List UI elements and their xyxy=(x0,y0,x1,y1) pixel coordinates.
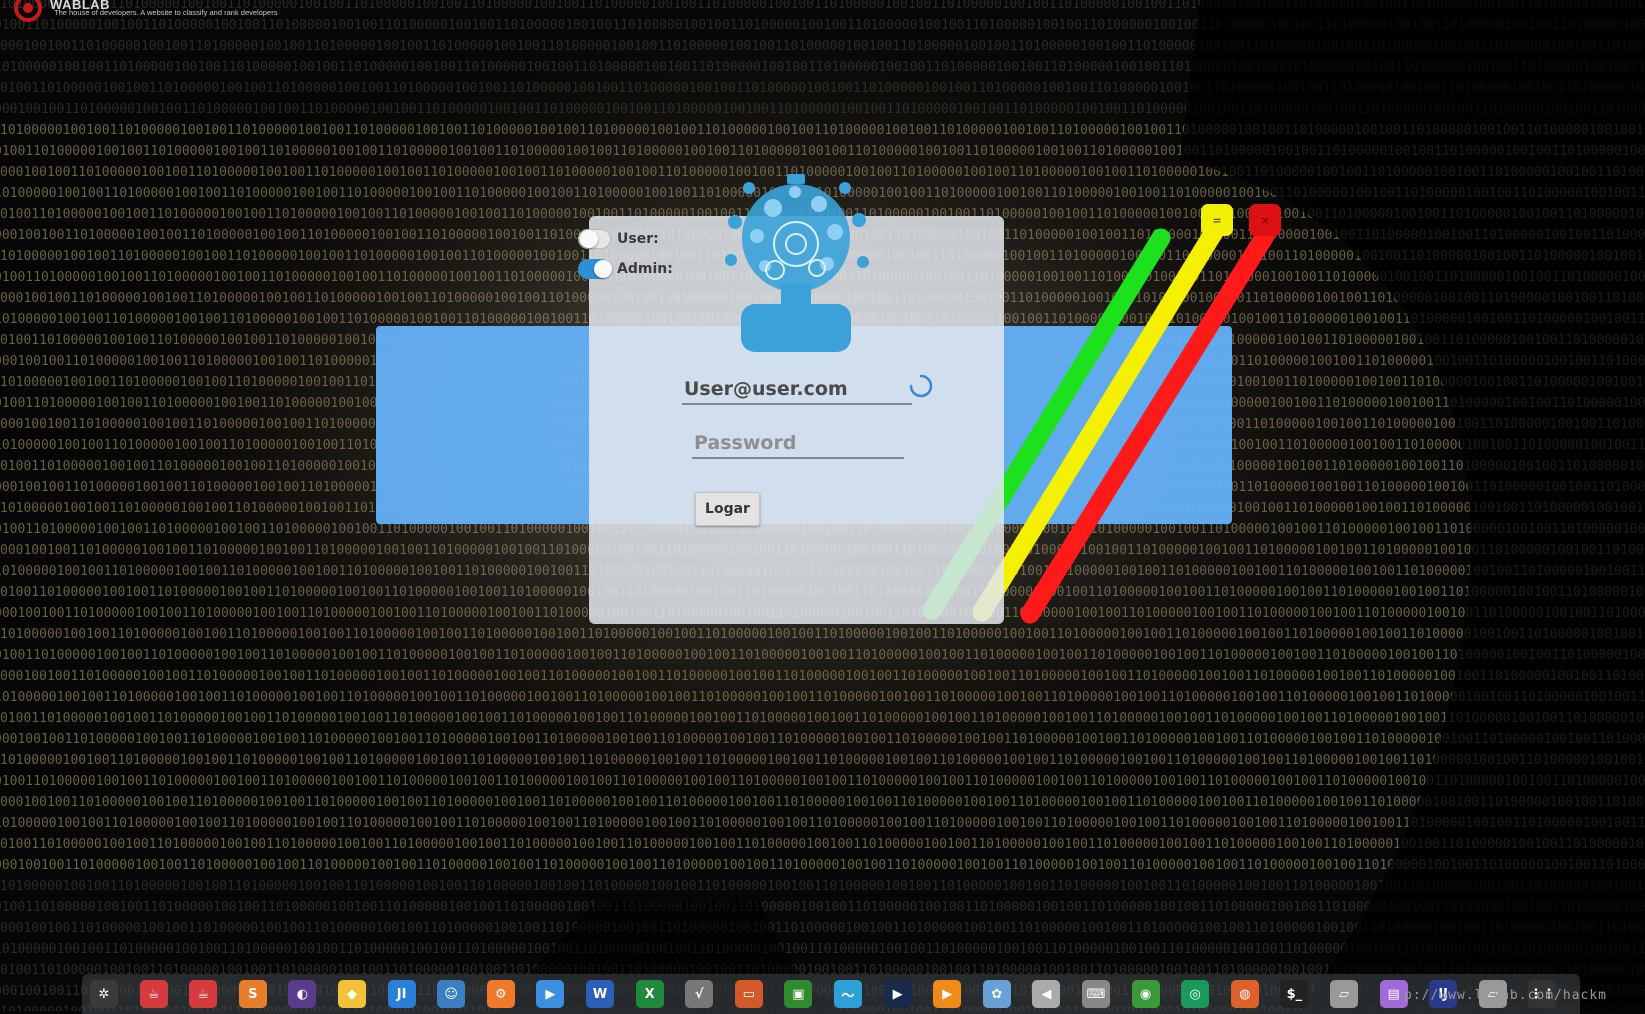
minimize-button[interactable]: = xyxy=(1201,204,1233,236)
role-toggle-admin[interactable]: Admin: xyxy=(578,259,673,279)
wablab-logo-icon xyxy=(14,0,42,22)
vlc-icon[interactable]: ▶ xyxy=(933,980,962,1008)
developer-head-illustration-icon xyxy=(725,174,869,352)
video-icon[interactable]: ▶ xyxy=(883,980,912,1008)
blender-icon[interactable]: ⚙ xyxy=(486,980,515,1008)
admin-toggle-switch[interactable] xyxy=(578,259,612,279)
sublime-icon[interactable]: S xyxy=(238,980,267,1008)
monitor-icon[interactable]: 〜 xyxy=(834,980,862,1008)
role-toggle-user[interactable]: User: xyxy=(578,229,659,249)
drive-icon[interactable]: ▱ xyxy=(1330,980,1358,1008)
java-icon[interactable]: ☕ xyxy=(139,980,168,1008)
login-button[interactable]: Logar xyxy=(695,492,760,526)
cube-icon[interactable]: ◆ xyxy=(338,980,366,1008)
color-picker-icon[interactable]: ✿ xyxy=(982,980,1011,1008)
intellij-icon[interactable]: JI xyxy=(387,980,416,1008)
user-toggle-label: User: xyxy=(617,231,659,247)
brand-header: WABLAB The house of developers. A websit… xyxy=(8,0,277,24)
eclipse-icon[interactable]: ◐ xyxy=(288,980,317,1008)
slides-icon[interactable]: ▭ xyxy=(734,980,763,1008)
media-player-icon[interactable]: ▶ xyxy=(536,980,565,1008)
loading-spinner-icon xyxy=(909,374,933,398)
terminal-green-icon[interactable]: ▣ xyxy=(784,980,813,1008)
terminal-icon[interactable]: $_ xyxy=(1280,980,1309,1008)
toggle-knob xyxy=(580,230,598,248)
gear-icon[interactable]: ✲ xyxy=(90,980,118,1008)
toggle-knob xyxy=(594,260,612,278)
admin-toggle-label: Admin: xyxy=(617,261,673,277)
excel-icon[interactable]: X xyxy=(635,980,664,1008)
password-field[interactable] xyxy=(692,430,904,459)
math-icon[interactable]: √ xyxy=(685,980,714,1008)
keyboard-icon[interactable]: ⌨ xyxy=(1082,980,1110,1008)
close-button[interactable]: × xyxy=(1249,204,1281,236)
brand-tagline: The house of developers. A website to cl… xyxy=(54,8,278,17)
finder-icon[interactable]: ☺ xyxy=(437,980,466,1008)
java-icon[interactable]: ☕ xyxy=(189,980,218,1008)
volume-icon[interactable]: ◀ xyxy=(1032,980,1061,1008)
firefox-icon[interactable]: ◍ xyxy=(1230,980,1259,1008)
user-toggle-switch[interactable] xyxy=(578,229,611,249)
email-field[interactable] xyxy=(682,376,912,405)
dock-url-text: p://www.l lab.com/hackm xyxy=(1404,988,1608,1003)
globe-icon[interactable]: ◉ xyxy=(1131,980,1160,1008)
word-icon[interactable]: W xyxy=(586,980,614,1008)
chrome-icon[interactable]: ◎ xyxy=(1181,980,1210,1008)
